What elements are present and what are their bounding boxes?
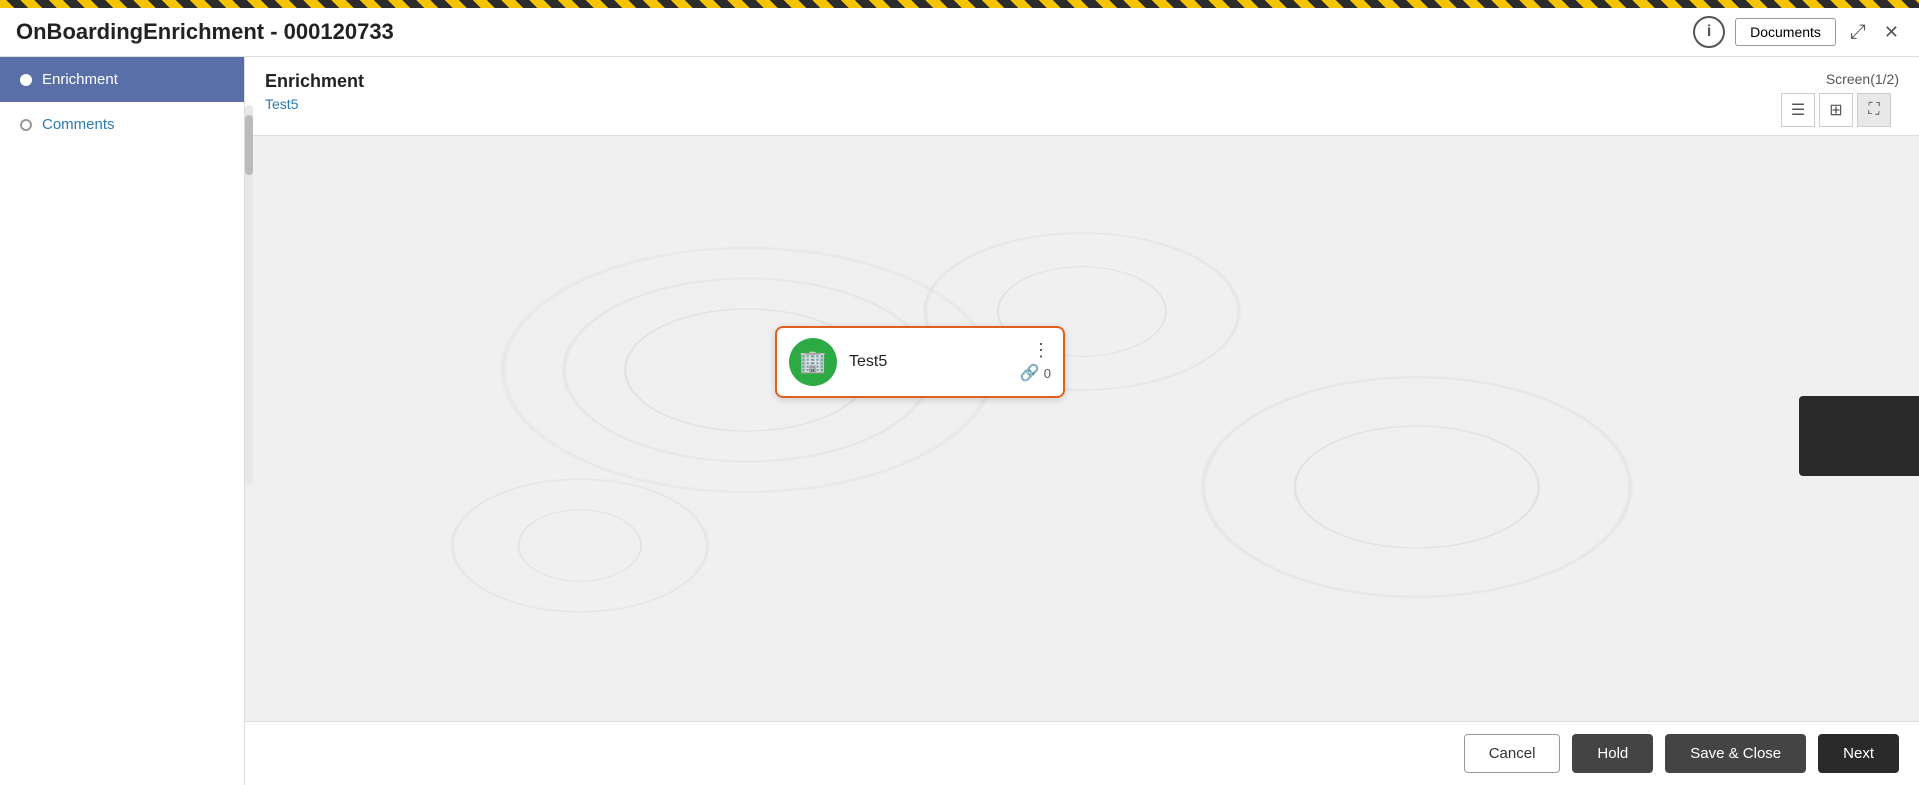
content-header-left: Enrichment Test5 <box>265 71 364 114</box>
info-button[interactable]: i <box>1693 16 1725 48</box>
main-content: Enrichment Test5 Screen(1/2) ☰ ⊞ ⛶ <box>245 57 1919 785</box>
close-button[interactable]: ✕ <box>1880 18 1903 47</box>
footer-bar: Cancel Hold Save & Close Next <box>245 721 1919 785</box>
grid-icon: ⊞ <box>1829 100 1842 120</box>
list-icon: ☰ <box>1791 100 1805 120</box>
dark-panel <box>1799 396 1919 476</box>
node-icon-circle: 🏢 <box>789 338 837 386</box>
breadcrumb-link[interactable]: Test5 <box>265 96 298 112</box>
sidebar-item-enrichment[interactable]: Enrichment <box>0 57 244 102</box>
sidebar-item-comments[interactable]: Comments <box>0 102 244 147</box>
documents-button[interactable]: Documents <box>1735 18 1836 46</box>
sidebar-dot-enrichment <box>20 74 32 86</box>
canvas-area: 🏢 Test5 ⋮ 🔗 0 <box>245 136 1919 721</box>
canvas-background <box>245 136 1919 721</box>
cancel-button[interactable]: Cancel <box>1464 734 1561 773</box>
expand-button[interactable]: ⤢ <box>1846 17 1870 48</box>
node-label: Test5 <box>849 353 1008 371</box>
hazard-stripe <box>0 0 1919 8</box>
main-window: OnBoardingEnrichment - 000120733 i Docum… <box>0 8 1919 785</box>
next-button[interactable]: Next <box>1818 734 1899 773</box>
fit-view-button[interactable]: ⛶ <box>1857 93 1891 127</box>
header-right-group: Screen(1/2) ☰ ⊞ ⛶ <box>1781 71 1899 127</box>
save-close-button[interactable]: Save & Close <box>1665 734 1806 773</box>
building-icon: 🏢 <box>799 349 826 375</box>
view-toggle: ☰ ⊞ ⛶ <box>1781 93 1891 127</box>
hold-button[interactable]: Hold <box>1572 734 1653 773</box>
section-title: Enrichment <box>265 71 364 92</box>
grid-view-button[interactable]: ⊞ <box>1819 93 1853 127</box>
window-title: OnBoardingEnrichment - 000120733 <box>16 19 394 45</box>
fit-icon: ⛶ <box>1868 101 1879 119</box>
node-actions: ⋮ 🔗 0 <box>1020 341 1051 383</box>
title-bar: OnBoardingEnrichment - 000120733 i Docum… <box>0 8 1919 57</box>
sidebar-label-enrichment: Enrichment <box>42 71 118 88</box>
three-dots-menu[interactable]: ⋮ <box>1032 341 1051 359</box>
scrollbar[interactable] <box>245 105 253 485</box>
link-count-value: 0 <box>1044 366 1051 381</box>
content-area: Enrichment Comments Enrichment Test5 Scr… <box>0 57 1919 785</box>
sidebar-dot-comments <box>20 119 32 131</box>
title-bar-actions: i Documents ⤢ ✕ <box>1693 16 1903 48</box>
content-header: Enrichment Test5 Screen(1/2) ☰ ⊞ ⛶ <box>245 57 1919 136</box>
scrollbar-thumb[interactable] <box>245 115 253 175</box>
screen-label: Screen(1/2) <box>1826 71 1899 87</box>
sidebar-label-comments: Comments <box>42 116 115 133</box>
list-view-button[interactable]: ☰ <box>1781 93 1815 127</box>
link-count: 🔗 0 <box>1020 363 1051 383</box>
node-card[interactable]: 🏢 Test5 ⋮ 🔗 0 <box>775 326 1065 398</box>
sidebar: Enrichment Comments <box>0 57 245 785</box>
link-icon: 🔗 <box>1020 363 1040 383</box>
